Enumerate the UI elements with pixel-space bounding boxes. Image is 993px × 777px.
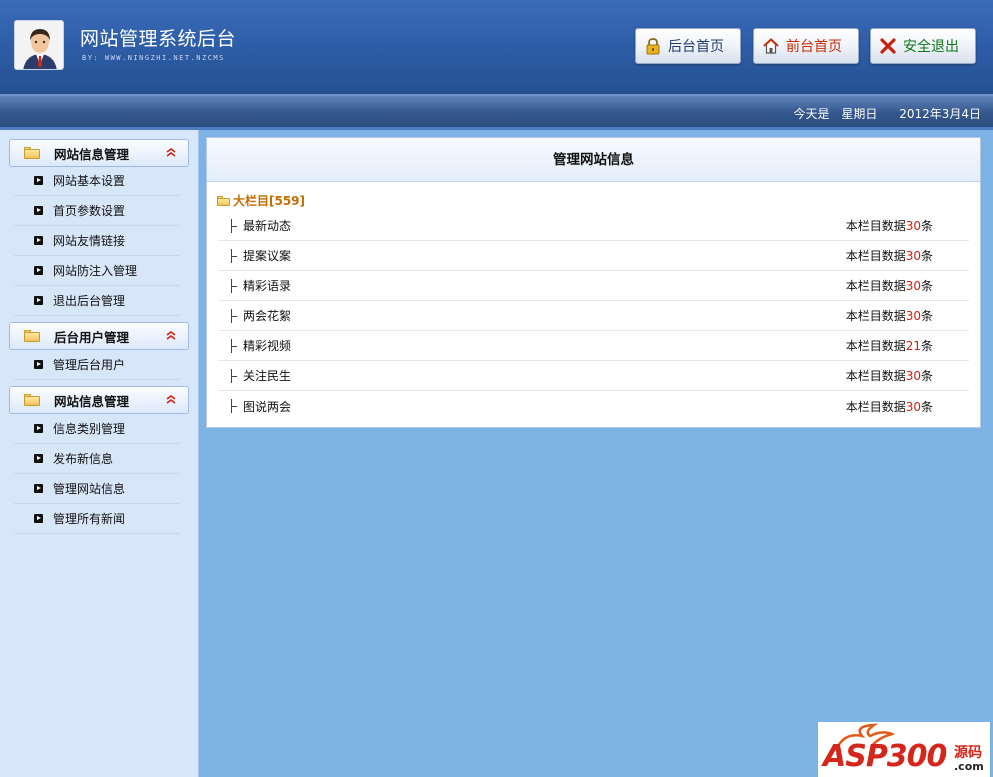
collapse-chevron-icon[interactable] (164, 395, 178, 405)
tree-branch-icon (229, 368, 239, 383)
arrow-bullet-icon (34, 266, 43, 275)
table-row[interactable]: 提案议案 本栏目数据30条 (219, 241, 969, 271)
date-text: 2012年3月4日 (899, 107, 981, 121)
sidebar-item-home-params[interactable]: 首页参数设置 (14, 196, 180, 226)
sidebar-item-manage-site-info[interactable]: 管理网站信息 (14, 474, 180, 504)
folder-icon (24, 394, 40, 406)
arrow-bullet-icon (34, 236, 43, 245)
arrow-bullet-icon (34, 176, 43, 185)
logout-button[interactable]: 安全退出 (870, 28, 976, 64)
sidebar-item-manage-users[interactable]: 管理后台用户 (14, 350, 180, 380)
row-name[interactable]: 图说两会 (243, 398, 846, 415)
front-home-label: 前台首页 (786, 39, 842, 55)
row-count: 本栏目数据30条 (845, 309, 933, 323)
sidebar-item-label: 网站友情链接 (53, 234, 126, 248)
front-home-button[interactable]: 前台首页 (753, 28, 859, 64)
row-name[interactable]: 精彩视频 (243, 337, 846, 354)
sidebar-group-title: 后台用户管理 (54, 329, 130, 345)
admin-home-button[interactable]: 后台首页 (635, 28, 741, 64)
tree-branch-icon (229, 278, 239, 293)
folder-icon (24, 330, 40, 342)
arrow-bullet-icon (34, 206, 43, 215)
row-name[interactable]: 最新动态 (243, 217, 846, 234)
sidebar-group-site-info[interactable]: 网站信息管理 (9, 139, 189, 167)
header-banner: 网站管理系统后台 BY: WWW.NINGZHI.NET.NZCMS 后台首页 … (0, 0, 993, 96)
row-name[interactable]: 提案议案 (243, 247, 846, 264)
tree-branch-icon (229, 218, 239, 233)
category-label: 大栏目[559] (233, 194, 306, 208)
sidebar-item-category-manage[interactable]: 信息类别管理 (14, 414, 180, 444)
arrow-bullet-icon (34, 424, 43, 433)
sidebar-group-admin-users[interactable]: 后台用户管理 (9, 322, 189, 350)
tree-branch-icon (229, 338, 239, 353)
table-row[interactable]: 两会花絮 本栏目数据30条 (219, 301, 969, 331)
sidebar-item-label: 管理所有新闻 (53, 512, 126, 526)
sidebar-item-label: 网站防注入管理 (53, 264, 138, 278)
arrow-bullet-icon (34, 484, 43, 493)
arrow-bullet-icon (34, 514, 43, 523)
main-panel: 管理网站信息 大栏目[559] 最新动态 本栏目数据30条 提案议案 本栏目数据… (206, 137, 981, 428)
sidebar-group-site-info-2[interactable]: 网站信息管理 (9, 386, 189, 414)
sidebar-item-publish-new[interactable]: 发布新信息 (14, 444, 180, 474)
date-display: 今天是 星期日 2012年3月4日 (788, 105, 982, 122)
sidebar-item-label: 信息类别管理 (53, 422, 126, 436)
tree-branch-icon (229, 308, 239, 323)
tree-branch-icon (229, 399, 239, 413)
today-label: 今天是 (793, 107, 830, 121)
table-row[interactable]: 图说两会 本栏目数据30条 (219, 391, 969, 421)
site-title: 网站管理系统后台 (80, 28, 237, 50)
category-header[interactable]: 大栏目[559] (217, 192, 305, 209)
sidebar-item-basic-settings[interactable]: 网站基本设置 (14, 166, 180, 196)
close-icon (879, 37, 897, 55)
watermark-side: 源码 (954, 745, 982, 761)
logout-label: 安全退出 (903, 39, 959, 55)
sidebar-item-friend-links[interactable]: 网站友情链接 (14, 226, 180, 256)
folder-icon (217, 195, 230, 206)
row-count: 本栏目数据30条 (845, 279, 933, 293)
arrow-bullet-icon (34, 454, 43, 463)
folder-icon (24, 147, 40, 159)
page-title: 管理网站信息 (207, 138, 980, 182)
watermark-domain: .com (954, 760, 984, 773)
sidebar-item-label: 首页参数设置 (53, 204, 126, 218)
row-count: 本栏目数据30条 (845, 399, 933, 414)
asp300-watermark-logo: ASP300 源码 .com (818, 722, 990, 777)
arrow-bullet-icon (34, 360, 43, 369)
row-count: 本栏目数据21条 (845, 339, 933, 353)
sidebar-item-label: 网站基本设置 (53, 174, 126, 188)
sidebar-item-label: 退出后台管理 (53, 294, 126, 308)
tree-branch-icon (229, 248, 239, 263)
row-name[interactable]: 两会花絮 (243, 307, 846, 324)
row-count: 本栏目数据30条 (845, 219, 933, 233)
sidebar-group-title: 网站信息管理 (54, 146, 130, 162)
sidebar-item-exit-admin[interactable]: 退出后台管理 (14, 286, 180, 316)
admin-home-label: 后台首页 (668, 39, 724, 55)
table-row[interactable]: 精彩语录 本栏目数据30条 (219, 271, 969, 301)
arrow-bullet-icon (34, 296, 43, 305)
row-count: 本栏目数据30条 (845, 369, 933, 383)
row-name[interactable]: 关注民生 (243, 367, 846, 384)
sidebar-item-manage-news[interactable]: 管理所有新闻 (14, 504, 180, 534)
row-name[interactable]: 精彩语录 (243, 277, 846, 294)
sidebar-item-label: 发布新信息 (53, 452, 114, 466)
lock-icon (644, 37, 662, 55)
admin-avatar-icon (14, 20, 64, 70)
table-row[interactable]: 最新动态 本栏目数据30条 (219, 211, 969, 241)
sidebar-group-title: 网站信息管理 (54, 393, 130, 409)
sidebar-item-label: 管理网站信息 (53, 482, 126, 496)
collapse-chevron-icon[interactable] (164, 331, 178, 341)
sidebar-item-anti-injection[interactable]: 网站防注入管理 (14, 256, 180, 286)
weekday-text: 星期日 (841, 107, 878, 121)
collapse-chevron-icon[interactable] (164, 148, 178, 158)
home-icon (762, 37, 780, 55)
sidebar: 网站信息管理 网站基本设置 首页参数设置 网站友情链接 网站防注入管理 退出后台… (0, 130, 199, 777)
row-count: 本栏目数据30条 (845, 249, 933, 263)
info-bar: 今天是 星期日 2012年3月4日 (0, 96, 993, 130)
site-subtitle: BY: WWW.NINGZHI.NET.NZCMS (82, 54, 225, 62)
watermark-brand: ASP300 (823, 739, 947, 774)
table-row[interactable]: 关注民生 本栏目数据30条 (219, 361, 969, 391)
table-row[interactable]: 精彩视频 本栏目数据21条 (219, 331, 969, 361)
sidebar-item-label: 管理后台用户 (53, 358, 126, 372)
